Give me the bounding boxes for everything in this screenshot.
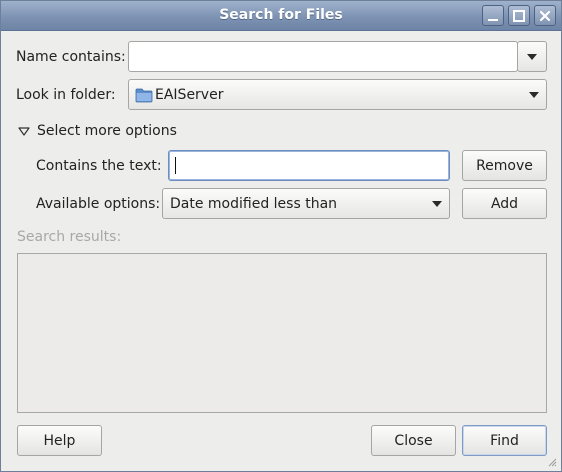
window-title: Search for Files — [219, 7, 343, 23]
search-results-label: Search results: — [17, 229, 122, 245]
close-window-button[interactable] — [534, 5, 556, 26]
folder-value: EAIServer — [155, 87, 224, 103]
expander-label: Select more options — [37, 123, 177, 139]
add-button[interactable]: Add — [462, 188, 547, 219]
chevron-down-icon — [527, 54, 537, 60]
search-dialog: Search for Files Name contains: Look in … — [0, 0, 562, 472]
available-options-label: Available options: — [36, 196, 161, 212]
close-icon — [539, 10, 551, 21]
help-button[interactable]: Help — [17, 425, 102, 456]
available-options-value: Date modified less than — [170, 196, 338, 212]
name-contains-input[interactable] — [128, 41, 518, 72]
chevron-down-icon — [529, 92, 539, 98]
folder-chooser-combo[interactable]: EAIServer — [128, 79, 547, 110]
title-bar[interactable]: Search for Files — [1, 1, 561, 31]
contains-text-input[interactable] — [168, 150, 450, 181]
find-button[interactable]: Find — [462, 425, 547, 456]
maximize-button[interactable] — [508, 5, 530, 26]
remove-button[interactable]: Remove — [462, 150, 547, 181]
folder-icon — [135, 88, 153, 103]
text-caret — [175, 157, 176, 174]
name-history-dropdown-button[interactable] — [517, 41, 547, 72]
search-results-list[interactable] — [17, 253, 547, 413]
resize-grip-icon[interactable] — [547, 457, 557, 467]
minimize-button[interactable] — [482, 5, 504, 26]
available-options-select[interactable]: Date modified less than — [162, 188, 450, 219]
maximize-icon — [513, 9, 525, 22]
chevron-down-icon — [432, 201, 442, 207]
look-in-folder-label: Look in folder: — [16, 87, 116, 103]
name-contains-label: Name contains: — [16, 49, 126, 65]
expander-triangle-icon — [18, 127, 30, 136]
close-button[interactable]: Close — [371, 425, 456, 456]
minimize-icon — [488, 18, 498, 21]
contains-text-label: Contains the text: — [36, 158, 162, 174]
